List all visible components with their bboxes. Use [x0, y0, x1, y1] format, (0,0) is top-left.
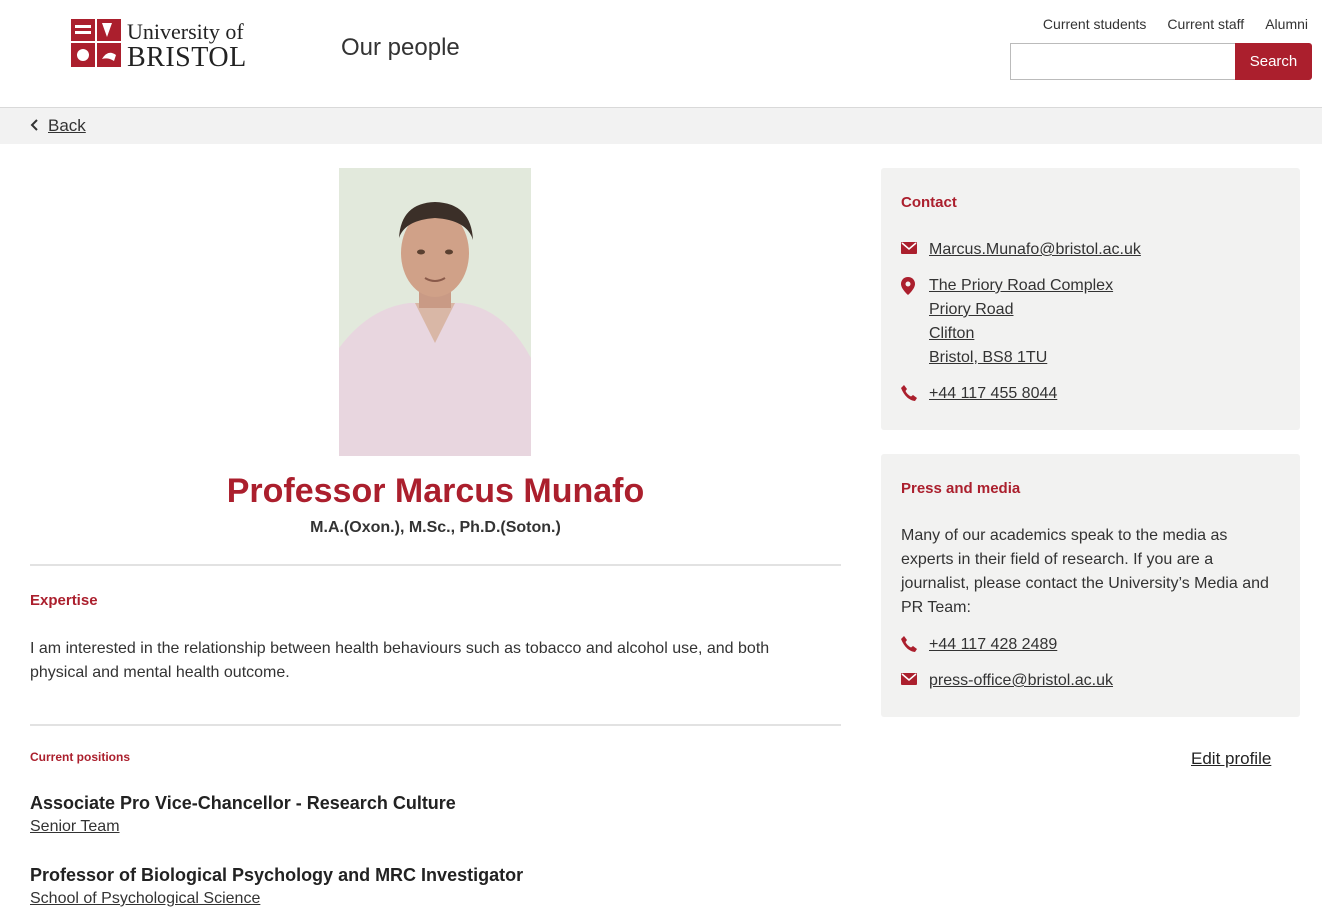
contact-email-link[interactable]: Marcus.Munafo@bristol.ac.uk	[929, 238, 1141, 262]
back-bar: Back	[0, 108, 1322, 144]
edit-profile-link[interactable]: Edit profile	[1191, 749, 1271, 769]
phone-icon	[901, 633, 929, 657]
address-line-link[interactable]: Clifton	[929, 322, 1113, 346]
logo-line2: BRISTOL	[127, 42, 247, 73]
contact-address-row: The Priory Road Complex Priory Road Clif…	[901, 274, 1113, 370]
top-links: Current students Current staff Alumni	[1043, 16, 1308, 32]
envelope-icon	[901, 238, 929, 260]
address-line-link[interactable]: The Priory Road Complex	[929, 274, 1113, 298]
positions-heading: Current positions	[30, 750, 131, 764]
link-current-students[interactable]: Current students	[1043, 16, 1147, 32]
contact-phone-link[interactable]: +44 117 455 8044	[929, 382, 1057, 406]
link-current-staff[interactable]: Current staff	[1167, 16, 1244, 32]
profile-photo	[339, 168, 531, 456]
press-text: Many of our academics speak to the media…	[901, 527, 1269, 616]
site-title[interactable]: Our people	[341, 34, 460, 62]
address-line-link[interactable]: Bristol, BS8 1TU	[929, 346, 1113, 370]
phone-icon	[901, 382, 929, 406]
press-phone-row: +44 117 428 2489	[901, 633, 1057, 657]
contact-heading: Contact	[901, 194, 957, 211]
search-input[interactable]	[1010, 43, 1236, 80]
position-department-link[interactable]: School of Psychological Science	[30, 890, 260, 908]
profile-qualifications: M.A.(Oxon.), M.Sc., Ph.D.(Soton.)	[310, 519, 561, 536]
position-department-link[interactable]: Senior Team	[30, 818, 120, 836]
chevron-left-icon	[30, 118, 40, 137]
map-pin-icon	[901, 274, 929, 300]
press-heading: Press and media	[901, 480, 1021, 497]
position-title: Professor of Biological Psychology and M…	[30, 865, 524, 885]
divider	[30, 724, 841, 726]
profile-name: Professor Marcus Munafo	[226, 472, 645, 510]
university-logo[interactable]: University of BRISTOL	[69, 17, 251, 73]
expertise-heading: Expertise	[30, 592, 98, 609]
press-email-link[interactable]: press-office@bristol.ac.uk	[929, 669, 1113, 693]
site-header: University of BRISTOL Our people Current…	[0, 0, 1322, 108]
press-phone-link[interactable]: +44 117 428 2489	[929, 633, 1057, 657]
link-alumni[interactable]: Alumni	[1265, 16, 1308, 32]
envelope-icon	[901, 669, 929, 691]
search-button[interactable]: Search	[1235, 43, 1312, 80]
back-link[interactable]: Back	[48, 116, 86, 136]
press-email-row: press-office@bristol.ac.uk	[901, 669, 1113, 693]
contact-card: Contact Marcus.Munafo@bristol.ac.uk The …	[881, 168, 1300, 430]
contact-email-row: Marcus.Munafo@bristol.ac.uk	[901, 238, 1141, 262]
crest-icon	[69, 17, 123, 71]
position-title: Associate Pro Vice-Chancellor - Research…	[30, 793, 456, 813]
expertise-text: I am interested in the relationship betw…	[30, 640, 770, 681]
divider	[30, 564, 841, 566]
press-card: Press and media Many of our academics sp…	[881, 454, 1300, 717]
contact-phone-row: +44 117 455 8044	[901, 382, 1057, 406]
address-line-link[interactable]: Priory Road	[929, 298, 1113, 322]
